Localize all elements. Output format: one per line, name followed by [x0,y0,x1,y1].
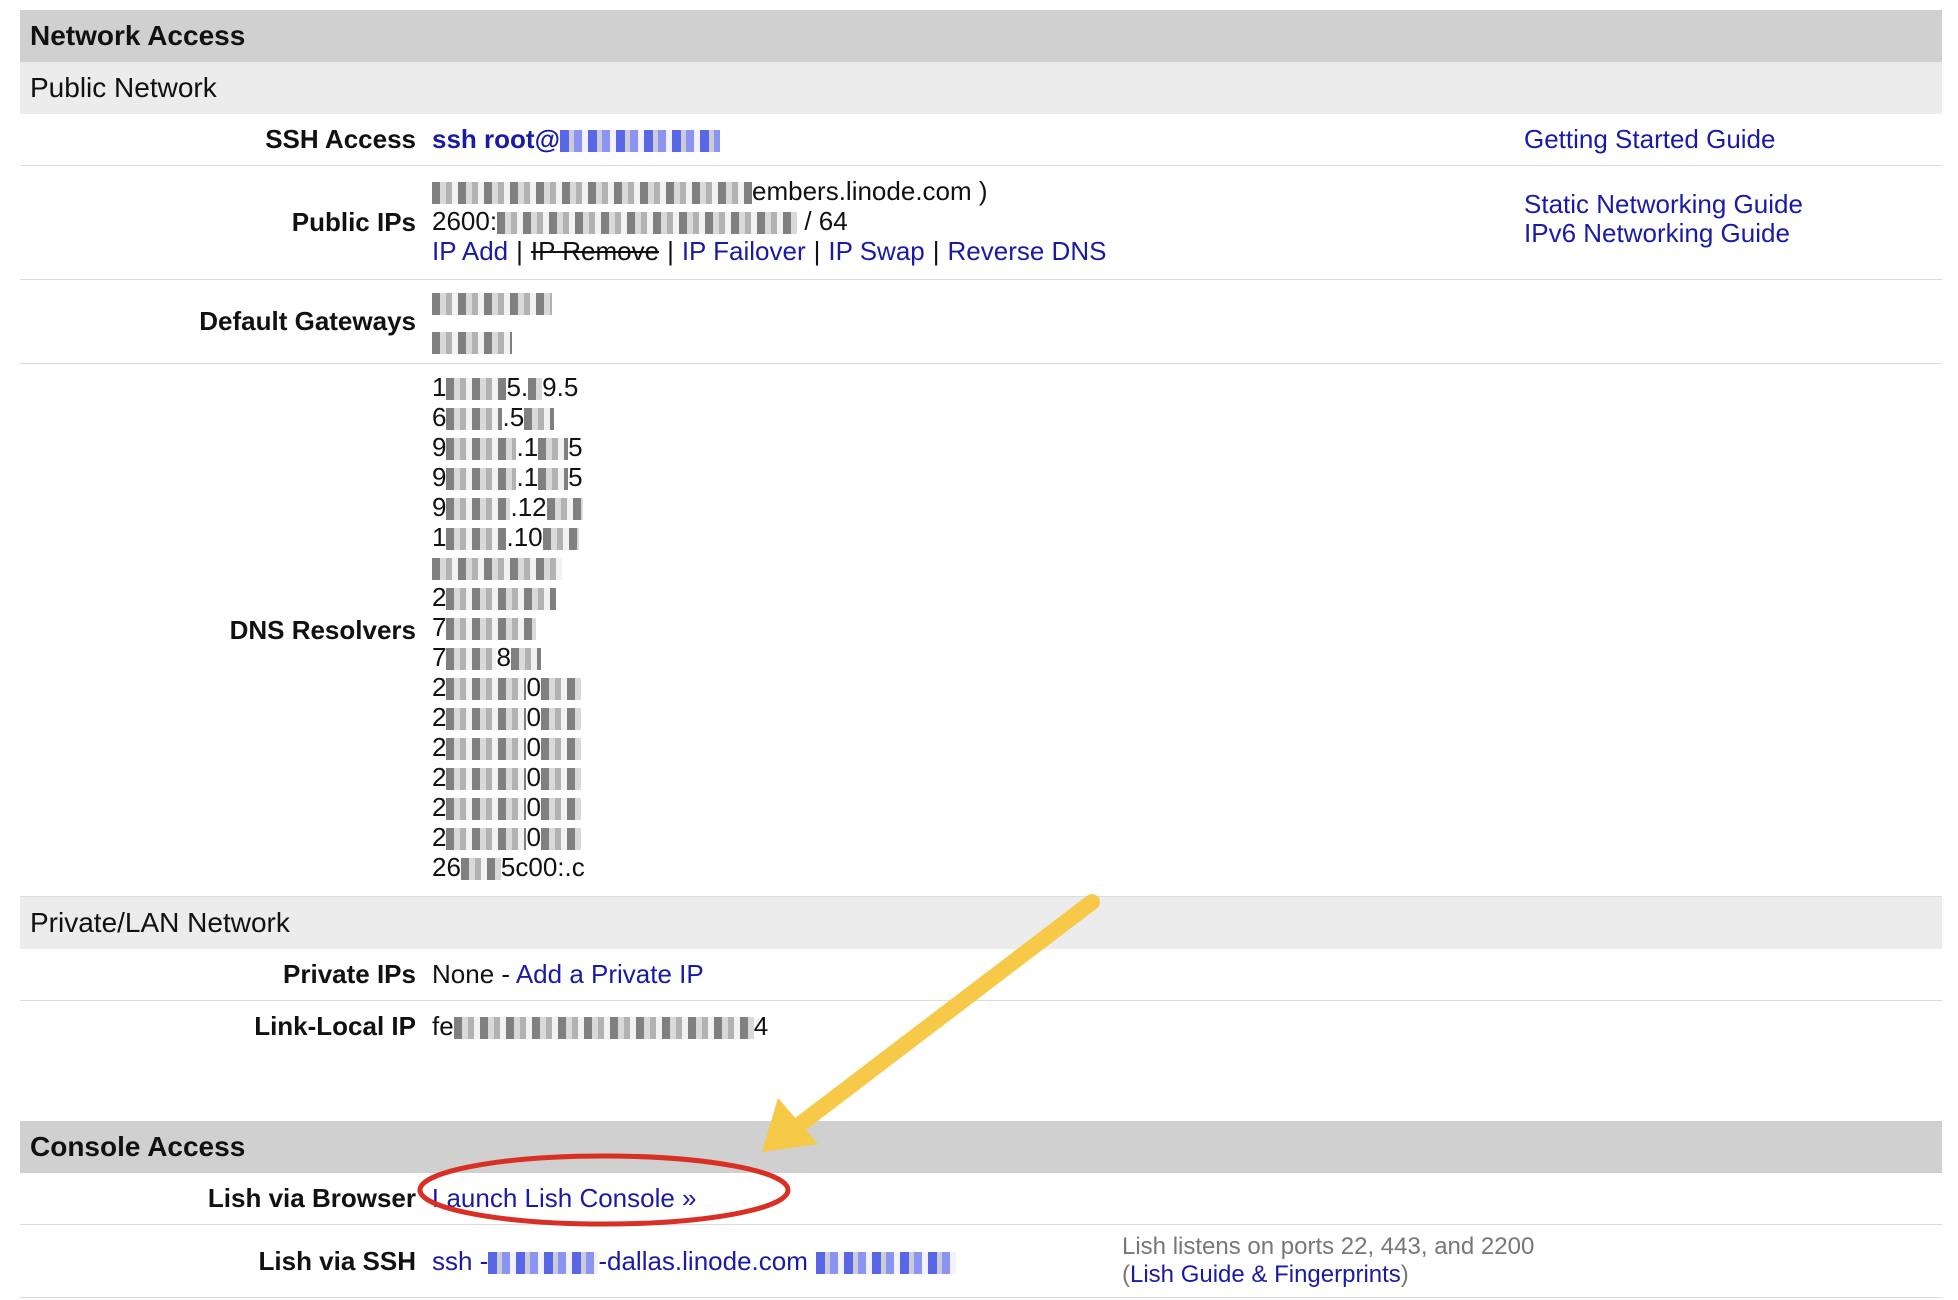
lish-guide-link[interactable]: Lish Guide & Fingerprints [1130,1261,1401,1288]
private-ips-label: Private IPs [283,959,416,989]
dns-resolver [432,552,1942,582]
launch-lish-console-link[interactable]: Launch Lish Console » [432,1183,697,1213]
dns-resolver: 20 [432,732,1942,762]
redacted-linode-label [815,1251,956,1274]
network-access-header: Network Access [20,10,1942,62]
redacted-ip [559,130,720,153]
ip-add-link[interactable]: IP Add [432,236,508,266]
default-gateways-label: Default Gateways [199,306,416,336]
ip-remove-link: IP Remove [530,236,660,266]
dns-resolver: 20 [432,672,1942,702]
lish-info: Lish listens on ports 22, 443, and 2200 … [1122,1233,1535,1288]
dns-resolver: 1.10 [432,522,1942,552]
private-ips-value: None - [432,959,511,989]
ip-failover-link[interactable]: IP Failover [682,236,806,266]
dns-resolver: 20 [432,762,1942,792]
public-ips-row: Public IPs embers.linode.com ) 2600: / 6… [20,166,1942,280]
dns-resolver: 9.1 5 [432,432,583,462]
ip-swap-link[interactable]: IP Swap [828,236,924,266]
getting-started-guide-link[interactable]: Getting Started Guide [1524,124,1775,155]
redacted-link-local [453,1017,754,1040]
add-private-ip-link[interactable]: Add a Private IP [516,959,704,989]
redacted-gateway-v4 [432,292,552,315]
lish-browser-label: Lish via Browser [207,1183,416,1213]
dns-resolvers-label: DNS Resolvers [229,614,416,645]
public-network-header: Public Network [20,62,1942,114]
dns-resolver: 26 5c00:.c [432,852,585,882]
lish-ssh-row: Lish via SSH ssh - -dallas.linode.com Lis… [20,1225,1942,1298]
redacted-username [488,1251,599,1274]
ssh-access-row: SSH Access ssh root@ Getting Started Gui… [20,114,1942,166]
link-local-row: Link-Local IP fe 4 [20,1001,1942,1121]
redacted-ipv4 [432,182,752,205]
lish-browser-row: Lish via Browser Launch Lish Console » [20,1173,1942,1225]
network-page: Network Access Public Network SSH Access… [20,10,1942,1298]
dns-resolver: 2 [432,582,1942,612]
lish-ssh-label: Lish via SSH [258,1245,417,1276]
redacted-gateway-v6 [432,331,512,354]
dns-resolver: 20 [432,822,1942,852]
ssh-access-label: SSH Access [265,124,416,154]
public-ips-label: Public IPs [291,207,416,237]
lish-ssh-command[interactable]: ssh - -dallas.linode.com [432,1246,808,1276]
dns-resolver: 6.5 [432,402,1942,432]
dns-resolver: 20 [432,792,1942,822]
link-local-label: Link-Local IP [254,1011,416,1041]
ipv6-networking-guide-link[interactable]: IPv6 Networking Guide [1524,219,1803,248]
dns-resolver: 1 5. 9.5 [432,372,579,402]
private-ips-row: Private IPs None - Add a Private IP [20,949,1942,1001]
dns-resolver: 9.12 [432,492,1942,522]
dns-resolver: 9.1 5 [432,462,583,492]
dns-resolver: 78 [432,642,1942,672]
dns-resolver-list: 1 5. 9.5 6.5 9.1 5 9.1 5 9.12 1.10 2 7 78 20… [432,364,1942,896]
console-access-header: Console Access [20,1121,1942,1173]
ssh-access-link[interactable]: ssh root@ [432,124,560,154]
reverse-dns-link[interactable]: Reverse DNS [948,236,1107,266]
dns-resolvers-row: DNS Resolvers 1 5. 9.5 6.5 9.1 5 9.1 5 9.12 … [20,364,1942,897]
static-networking-guide-link[interactable]: Static Networking Guide [1524,190,1803,219]
default-gateways-row: Default Gateways [20,280,1942,364]
networking-guides: Static Networking Guide IPv6 Networking … [1524,190,1803,248]
redacted-ipv6 [497,212,798,235]
lish-ports-note: Lish listens on ports 22, 443, and 2200 [1122,1233,1535,1260]
private-network-header: Private/LAN Network [20,897,1942,949]
dns-resolver: 20 [432,702,1942,732]
dns-resolver: 7 [432,612,1942,642]
